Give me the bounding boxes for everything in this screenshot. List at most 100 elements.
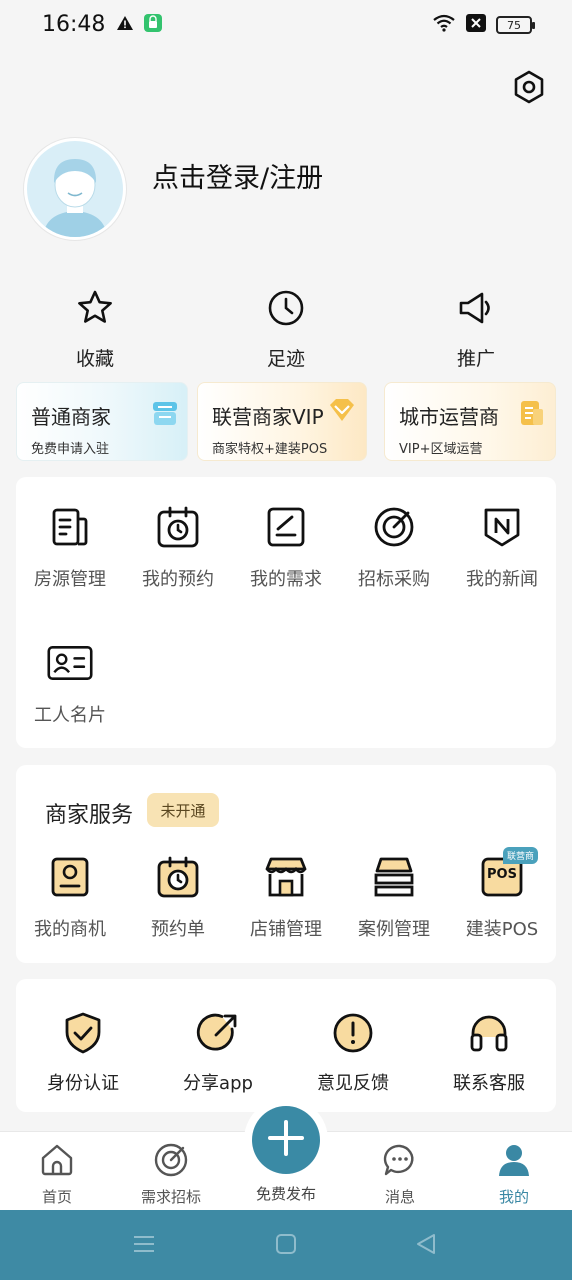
history-label: 足迹 <box>266 348 305 370</box>
my-news-label: 我的新闻 <box>466 569 538 590</box>
share-app-label: 分享app <box>183 1073 253 1094</box>
headset-icon <box>465 1009 513 1057</box>
free-publish-button[interactable] <box>252 1106 320 1174</box>
regular-merchant-card[interactable]: 普通商家 免费申请入驻 <box>16 382 188 461</box>
calendar-clock-icon <box>154 503 202 551</box>
settings-icon <box>511 69 547 109</box>
promote-button[interactable]: 推广 <box>426 288 526 371</box>
shop-management-label: 店铺管理 <box>250 919 322 940</box>
tab-home[interactable]: 首页 <box>2 1142 112 1207</box>
system-navigation-bar <box>0 1210 572 1280</box>
my-appointments-button[interactable]: 我的预约 <box>124 503 232 591</box>
alliance-merchant-tag: 联营商 <box>502 847 538 864</box>
settings-button[interactable] <box>510 70 548 108</box>
shop-management-button[interactable]: 店铺管理 <box>232 853 340 941</box>
star-icon <box>75 288 115 332</box>
avatar[interactable] <box>24 138 126 240</box>
diamond-icon <box>328 397 356 427</box>
services-card: 身份认证 分享app 意见反馈 联系客服 <box>16 979 556 1112</box>
clock-icon <box>266 288 306 332</box>
warning-icon <box>116 15 134 35</box>
share-icon <box>194 1009 242 1057</box>
free-publish-label: 免费发布 <box>255 1185 316 1203</box>
store-icon <box>151 399 179 431</box>
login-register-link[interactable]: 点击登录/注册 <box>152 156 323 195</box>
battery-icon: 75 <box>496 16 535 34</box>
home-icon <box>39 1142 75 1182</box>
customer-service-label: 联系客服 <box>453 1073 525 1094</box>
feedback-label: 意见反馈 <box>317 1073 389 1094</box>
pos-icon: POS 联营商 <box>478 847 538 901</box>
pos-icon-text: POS <box>487 867 517 882</box>
tab-messages[interactable]: 消息 <box>345 1142 455 1207</box>
tab-demand-tender[interactable]: 需求招标 <box>116 1142 226 1207</box>
share-app-button[interactable]: 分享app <box>153 1009 283 1095</box>
target-icon <box>153 1142 189 1182</box>
tender-purchase-button[interactable]: 招标采购 <box>340 503 448 591</box>
edit-icon <box>262 503 310 551</box>
my-news-button[interactable]: 我的新闻 <box>448 503 556 591</box>
tab-mine[interactable]: 我的 <box>459 1142 569 1207</box>
app-notification-icon <box>144 14 162 36</box>
vip-merchant-subtitle: 商家特权+建装POS <box>212 442 328 457</box>
document-icon <box>519 399 545 431</box>
worker-card-label: 工人名片 <box>34 705 106 726</box>
identity-verification-button[interactable]: 身份认证 <box>18 1009 148 1095</box>
history-button[interactable]: 足迹 <box>236 288 336 371</box>
target-icon <box>370 503 418 551</box>
customer-service-button[interactable]: 联系客服 <box>424 1009 554 1095</box>
property-management-button[interactable]: 房源管理 <box>16 503 124 591</box>
my-appointments-label: 我的预约 <box>142 569 214 590</box>
pos-button[interactable]: POS 联营商 建装POS <box>448 847 556 941</box>
default-avatar-icon <box>27 141 123 237</box>
tab-mine-label: 我的 <box>498 1188 529 1206</box>
property-management-label: 房源管理 <box>34 569 106 590</box>
tools-card: 房源管理 我的预约 我的需求 招标采购 我的新闻 工人名片 <box>16 477 556 748</box>
news-icon <box>478 503 526 551</box>
appointment-orders-button[interactable]: 预约单 <box>124 853 232 941</box>
favorites-label: 收藏 <box>75 348 114 370</box>
not-activated-badge: 未开通 <box>147 793 219 827</box>
merchant-service-title: 商家服务 <box>45 803 134 828</box>
feedback-button[interactable]: 意见反馈 <box>288 1009 418 1095</box>
case-management-button[interactable]: 案例管理 <box>340 853 448 941</box>
home-nav-icon[interactable] <box>275 1233 297 1259</box>
city-operator-card[interactable]: 城市运营商 VIP+区域运营 <box>384 382 556 461</box>
status-time: 16:48 <box>42 12 106 37</box>
case-management-label: 案例管理 <box>358 919 430 940</box>
back-nav-icon[interactable] <box>415 1233 437 1259</box>
appointment-orders-label: 预约单 <box>151 919 205 940</box>
my-needs-button[interactable]: 我的需求 <box>232 503 340 591</box>
id-card-icon <box>46 639 94 687</box>
calendar-clock-icon <box>154 853 202 901</box>
my-opportunities-label: 我的商机 <box>34 919 106 940</box>
portrait-icon <box>46 853 94 901</box>
building-icon <box>46 503 94 551</box>
promote-label: 推广 <box>456 348 495 370</box>
vip-merchant-card[interactable]: 联营商家VIP 商家特权+建装POS <box>197 382 367 461</box>
favorites-button[interactable]: 收藏 <box>45 288 145 371</box>
tab-home-label: 首页 <box>41 1188 72 1206</box>
menu-icon[interactable] <box>133 1233 155 1259</box>
megaphone-icon <box>456 288 496 332</box>
pos-label: 建装POS <box>465 919 539 940</box>
my-needs-label: 我的需求 <box>250 569 322 590</box>
merchant-service-card: 商家服务 未开通 我的商机 预约单 店铺管理 案例管理 POS 联营商 建装PO… <box>16 765 556 963</box>
tab-demand-tender-label: 需求招标 <box>140 1188 201 1206</box>
tender-purchase-label: 招标采购 <box>358 569 430 590</box>
chat-icon <box>382 1142 418 1182</box>
status-bar: 16:48 75 <box>0 0 572 52</box>
worker-card-button[interactable]: 工人名片 <box>16 639 124 727</box>
tab-messages-label: 消息 <box>384 1188 415 1206</box>
my-opportunities-button[interactable]: 我的商机 <box>16 853 124 941</box>
shield-check-icon <box>59 1009 107 1057</box>
sim-off-icon <box>466 14 486 36</box>
identity-verification-label: 身份认证 <box>47 1073 119 1094</box>
stack-icon <box>370 853 418 901</box>
regular-merchant-subtitle: 免费申请入驻 <box>31 442 110 457</box>
plus-icon <box>266 1118 306 1162</box>
shop-icon <box>262 853 310 901</box>
user-icon <box>496 1142 532 1182</box>
exclamation-icon <box>329 1009 377 1057</box>
wifi-icon <box>432 14 456 36</box>
